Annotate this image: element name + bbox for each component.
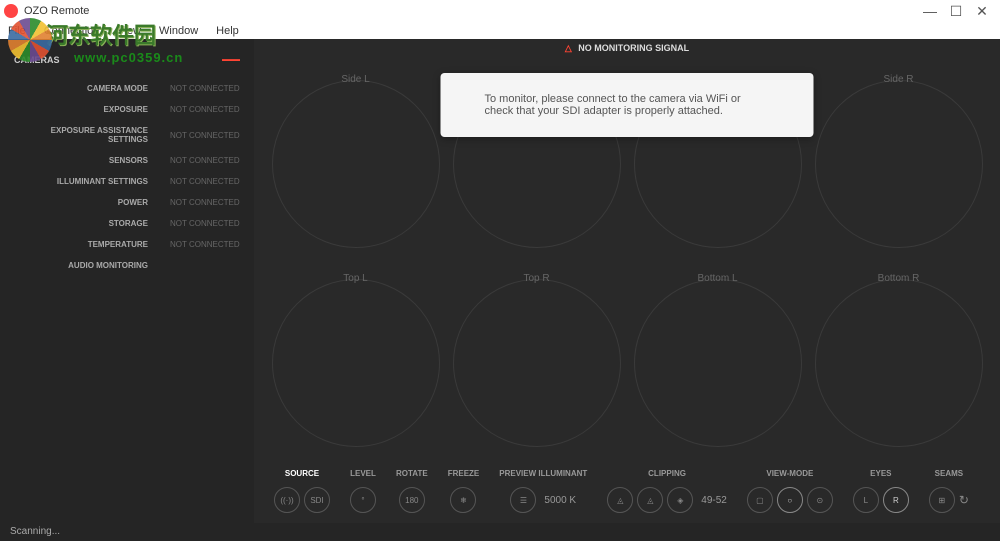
main-panel: △ NO MONITORING SIGNAL To monitor, pleas… xyxy=(254,39,1000,523)
warning-bar: △ NO MONITORING SIGNAL xyxy=(254,39,1000,58)
close-button[interactable]: ✕ xyxy=(976,5,988,17)
toolbar-eyes-label: EYES xyxy=(870,469,891,481)
sidebar-item-temperature[interactable]: TEMPERATURENOT CONNECTED xyxy=(0,234,254,255)
eyes-right-button[interactable]: R xyxy=(883,487,909,513)
camera-cell-side-l: Side L xyxy=(268,68,443,261)
toolbar-illuminant-label: PREVIEW ILLUMINANT xyxy=(499,469,587,481)
sidebar-item-exposure-assistance[interactable]: EXPOSURE ASSISTANCE SETTINGSNOT CONNECTE… xyxy=(0,120,254,150)
toolbar-rotate-label: ROTATE xyxy=(396,469,428,481)
warning-icon: △ xyxy=(565,43,572,53)
menu-help[interactable]: Help xyxy=(216,25,239,37)
clipping-over-button[interactable]: ◬ xyxy=(637,487,663,513)
window-titlebar: OZO Remote — ☐ ✕ xyxy=(0,0,1000,22)
camera-cell-bottom-l: Bottom L xyxy=(630,267,805,460)
viewmode-sphere-button[interactable]: ○ xyxy=(777,487,803,513)
sidebar-header: CAMERAS xyxy=(14,55,222,65)
maximize-button[interactable]: ☐ xyxy=(950,5,962,17)
menu-bar: File Connection View Window Help xyxy=(0,22,1000,39)
sidebar-item-illuminant[interactable]: ILLUMINANT SETTINGSNOT CONNECTED xyxy=(0,171,254,192)
sidebar-item-camera-mode[interactable]: CAMERA MODENOT CONNECTED xyxy=(0,78,254,99)
clipping-focus-button[interactable]: ◈ xyxy=(667,487,693,513)
viewmode-flat-button[interactable]: ▢ xyxy=(747,487,773,513)
freeze-button[interactable]: ❄ xyxy=(450,487,476,513)
illuminant-button[interactable]: ☰ xyxy=(510,487,536,513)
camera-cell-side-r: Side R xyxy=(811,68,986,261)
toolbar-source-label: SOURCE xyxy=(285,469,319,481)
menu-connection[interactable]: Connection xyxy=(44,25,100,37)
source-wifi-button[interactable]: ((·)) xyxy=(274,487,300,513)
toolbar-freeze-label: FREEZE xyxy=(448,469,480,481)
sidebar-item-power[interactable]: POWERNOT CONNECTED xyxy=(0,192,254,213)
minimize-button[interactable]: — xyxy=(924,5,936,17)
camera-cell-top-l: Top L xyxy=(268,267,443,460)
window-title: OZO Remote xyxy=(24,5,924,17)
camera-cell-bottom-r: Bottom R xyxy=(811,267,986,460)
seams-reset-button[interactable]: ↻ xyxy=(959,493,969,507)
level-button[interactable]: ° xyxy=(350,487,376,513)
sidebar-item-exposure[interactable]: EXPOSURENOT CONNECTED xyxy=(0,99,254,120)
toolbar: SOURCE ((·))SDI LEVEL ° ROTATE 180 FREEZ… xyxy=(254,465,1000,523)
sidebar-item-sensors[interactable]: SENSORSNOT CONNECTED xyxy=(0,150,254,171)
sidebar-collapse-button[interactable]: — xyxy=(222,49,240,70)
menu-view[interactable]: View xyxy=(117,25,141,37)
rotate-button[interactable]: 180 xyxy=(399,487,425,513)
toolbar-seams-label: SEAMS xyxy=(935,469,963,481)
eyes-left-button[interactable]: L xyxy=(853,487,879,513)
menu-window[interactable]: Window xyxy=(159,25,198,37)
viewmode-headset-button[interactable]: ⊙ xyxy=(807,487,833,513)
clipping-value: 49-52 xyxy=(701,495,727,506)
notice-banner: To monitor, please connect to the camera… xyxy=(441,73,814,137)
source-sdi-button[interactable]: SDI xyxy=(304,487,330,513)
clipping-under-button[interactable]: ◬ xyxy=(607,487,633,513)
app-icon xyxy=(4,4,18,18)
status-bar: Scanning... xyxy=(0,523,1000,541)
warning-text: NO MONITORING SIGNAL xyxy=(578,43,689,53)
menu-file[interactable]: File xyxy=(8,25,26,37)
toolbar-clipping-label: CLIPPING xyxy=(648,469,686,481)
sidebar-item-storage[interactable]: STORAGENOT CONNECTED xyxy=(0,213,254,234)
sidebar-item-audio-monitoring[interactable]: AUDIO MONITORING xyxy=(0,255,254,276)
toolbar-level-label: LEVEL xyxy=(350,469,376,481)
seams-grid-button[interactable]: ⊞ xyxy=(929,487,955,513)
sidebar: CAMERAS — CAMERA MODENOT CONNECTED EXPOS… xyxy=(0,39,254,523)
camera-cell-top-r: Top R xyxy=(449,267,624,460)
illuminant-value: 5000 K xyxy=(544,495,576,506)
toolbar-viewmode-label: VIEW-MODE xyxy=(766,469,813,481)
